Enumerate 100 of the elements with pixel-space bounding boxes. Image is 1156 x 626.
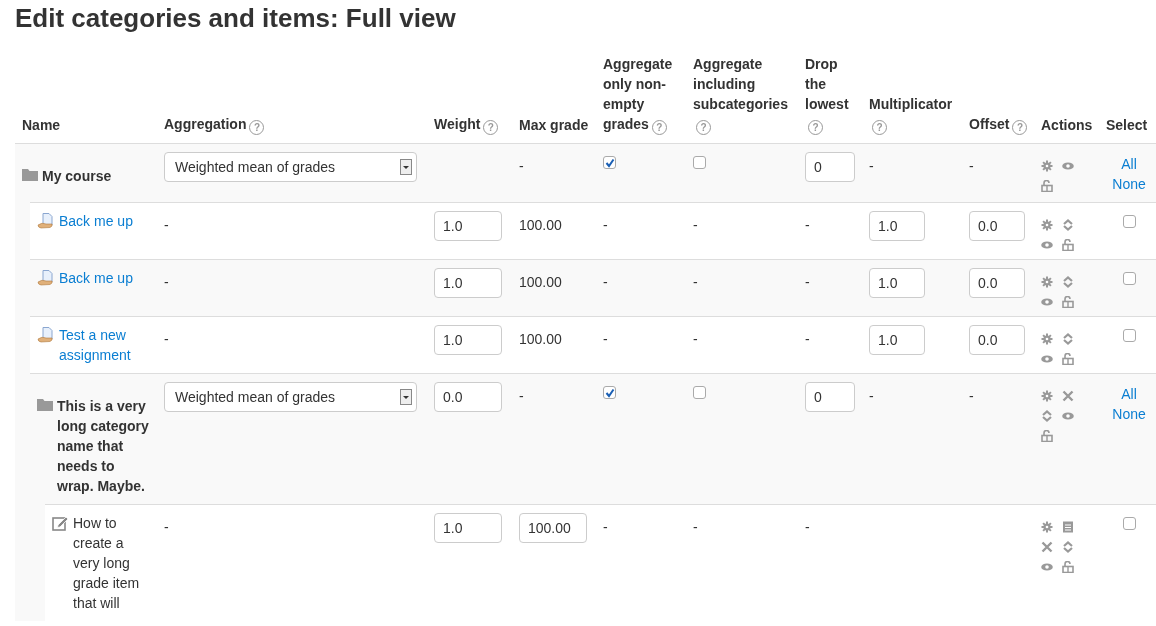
column-header: Name [22, 116, 61, 135]
checkbox[interactable] [1122, 329, 1136, 342]
value-text: - [519, 157, 524, 176]
assignment-icon [37, 327, 55, 343]
select-link[interactable]: None [1112, 174, 1146, 194]
column-header: Drop the lowest ? [805, 55, 850, 135]
number-field[interactable]: 1.0 [434, 211, 502, 241]
number-field[interactable]: 0.0 [969, 325, 1025, 355]
padlock-icon[interactable] [1062, 239, 1074, 251]
select-link[interactable]: All [1121, 154, 1137, 174]
padlock-icon[interactable] [1062, 561, 1074, 573]
dropdown-caret-icon [400, 159, 412, 175]
edit-icon [52, 515, 69, 531]
settings-icon[interactable] [1041, 390, 1053, 402]
settings-icon[interactable] [1041, 333, 1053, 345]
number-field[interactable]: 0 [805, 382, 855, 412]
number-field[interactable]: 1.0 [434, 268, 502, 298]
number-field[interactable]: 100.00 [519, 513, 587, 543]
eye-icon[interactable] [1041, 296, 1053, 308]
column-header: Aggregate including subcategories ? [693, 55, 789, 135]
column-header: Weight ? [434, 114, 499, 135]
eye-icon[interactable] [1062, 410, 1074, 422]
move-icon[interactable] [1062, 541, 1074, 553]
checkbox[interactable] [1122, 215, 1136, 228]
number-field[interactable]: 0.0 [434, 382, 502, 412]
padlock-icon[interactable] [1041, 180, 1053, 192]
column-header: Aggregation ? [164, 114, 265, 135]
item-link[interactable]: Back me up [59, 268, 133, 288]
column-header: Actions [1041, 116, 1093, 135]
checkbox[interactable] [693, 386, 706, 399]
eye-icon[interactable] [1062, 160, 1074, 172]
value-text: 100.00 [519, 330, 562, 349]
number-field[interactable]: 0.0 [969, 268, 1025, 298]
number-field[interactable]: 1.0 [434, 513, 502, 543]
value-text: - [805, 273, 810, 292]
aggregation-dropdown[interactable]: Weighted mean of grades [164, 382, 417, 412]
number-field[interactable]: 1.0 [869, 211, 925, 241]
padlock-icon[interactable] [1041, 430, 1053, 442]
number-field[interactable]: 0.0 [969, 211, 1025, 241]
category-name: This is a very long category name that needs to wrap. Maybe. [57, 397, 150, 496]
value-text: - [603, 518, 608, 537]
padlock-icon[interactable] [1062, 353, 1074, 365]
value-text: - [603, 216, 608, 235]
column-header: Offset ? [969, 114, 1028, 135]
settings-icon[interactable] [1041, 219, 1053, 231]
assignment-icon [37, 270, 55, 286]
select-link[interactable]: All [1121, 384, 1137, 404]
settings-icon[interactable] [1041, 276, 1053, 288]
number-field[interactable]: 1.0 [869, 325, 925, 355]
dropdown-caret-icon [400, 389, 412, 405]
column-header: Select [1106, 116, 1148, 135]
value-text: - [805, 216, 810, 235]
settings-icon[interactable] [1041, 160, 1053, 172]
page-title: Edit categories and items: Full view [14, 2, 457, 35]
number-field[interactable]: 1.0 [434, 325, 502, 355]
value-text: - [869, 157, 874, 176]
value-text: - [164, 216, 169, 235]
folder-icon [37, 398, 53, 411]
assignment-icon [37, 213, 55, 229]
select-link[interactable]: None [1112, 404, 1146, 424]
column-header: Aggregate only non-empty grades ? [603, 55, 674, 135]
move-icon[interactable] [1041, 410, 1053, 422]
value-text: - [603, 330, 608, 349]
item-link[interactable]: Test a new assignment [59, 325, 152, 365]
value-text: - [693, 216, 698, 235]
value-text: 100.00 [519, 273, 562, 292]
category-name: My course [42, 167, 112, 186]
value-text: - [693, 330, 698, 349]
item-name: How to create a very long grade item that will [73, 514, 141, 613]
value-text: - [603, 273, 608, 292]
checkbox[interactable] [603, 156, 616, 169]
padlock-icon[interactable] [1062, 296, 1074, 308]
eye-icon[interactable] [1041, 561, 1053, 573]
checkbox[interactable] [1122, 517, 1136, 530]
number-field[interactable]: 1.0 [869, 268, 925, 298]
settings-icon[interactable] [1041, 521, 1053, 533]
value-text: 100.00 [519, 216, 562, 235]
eye-icon[interactable] [1041, 239, 1053, 251]
aggregation-dropdown[interactable]: Weighted mean of grades [164, 152, 417, 182]
delete-icon[interactable] [1041, 541, 1053, 553]
delete-icon[interactable] [1062, 390, 1074, 402]
value-text: - [805, 330, 810, 349]
checkbox[interactable] [603, 386, 616, 399]
value-text: - [693, 518, 698, 537]
column-header: Multiplicator ? [869, 95, 954, 135]
folder-icon [22, 168, 38, 181]
move-icon[interactable] [1062, 333, 1074, 345]
number-field[interactable]: 0 [805, 152, 855, 182]
value-text: - [164, 518, 169, 537]
item-link[interactable]: Back me up [59, 211, 133, 231]
eye-icon[interactable] [1041, 353, 1053, 365]
value-text: - [519, 387, 524, 406]
checkbox[interactable] [693, 156, 706, 169]
report-icon[interactable] [1062, 521, 1074, 533]
move-icon[interactable] [1062, 276, 1074, 288]
move-icon[interactable] [1062, 219, 1074, 231]
value-text: - [969, 157, 974, 176]
value-text: - [869, 387, 874, 406]
checkbox[interactable] [1122, 272, 1136, 285]
value-text: - [164, 273, 169, 292]
